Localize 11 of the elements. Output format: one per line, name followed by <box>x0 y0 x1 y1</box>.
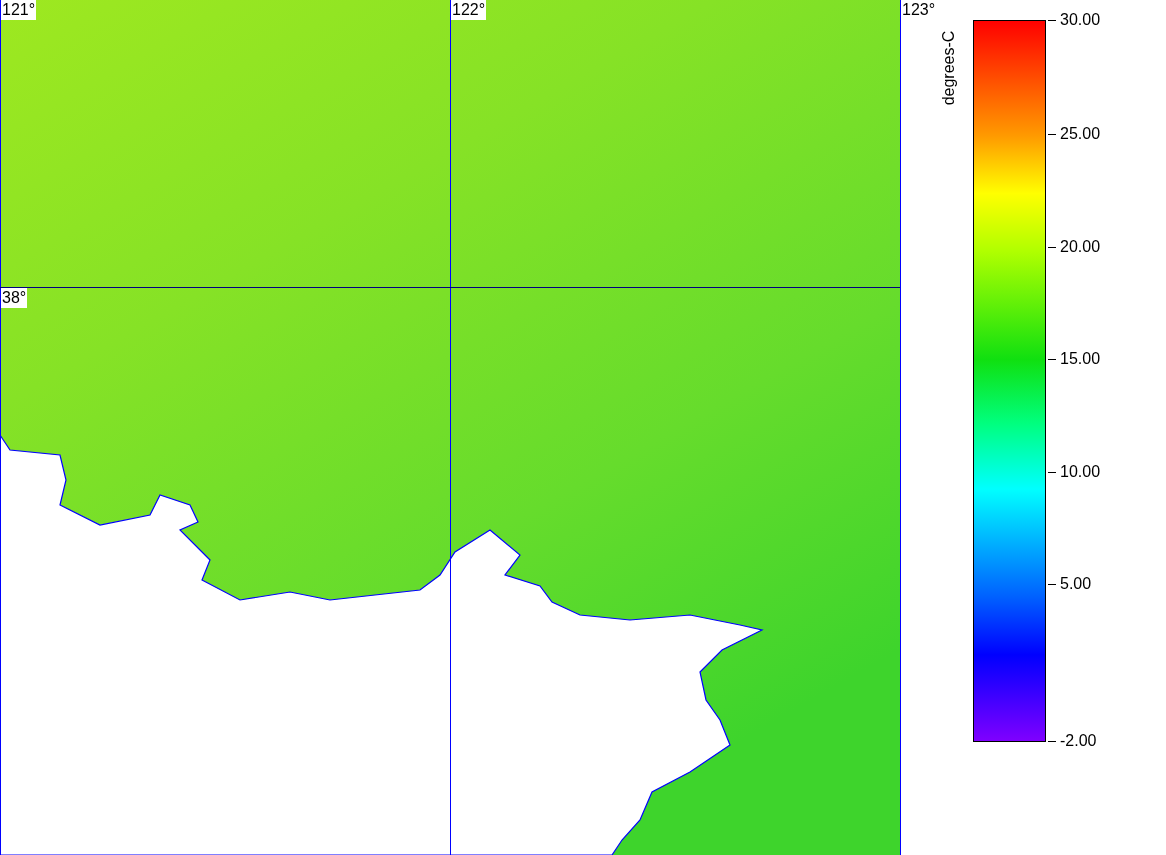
longitude-label: 121° <box>1 0 37 20</box>
color-scale-title: degrees-C <box>939 30 959 106</box>
color-scale-tick-label: 30.00 <box>1048 10 1101 30</box>
color-scale-tick-label: -2.00 <box>1048 731 1097 751</box>
color-scale-tick-label: 5.00 <box>1048 574 1092 594</box>
color-scale-tick-label: 20.00 <box>1048 237 1101 257</box>
color-scale-tick-label: 25.00 <box>1048 124 1101 144</box>
latitude-label: 38° <box>1 288 28 308</box>
color-scale-tick-label: 10.00 <box>1048 462 1101 482</box>
longitude-label: 122° <box>451 0 487 20</box>
color-scale-tick-label: 15.00 <box>1048 349 1101 369</box>
